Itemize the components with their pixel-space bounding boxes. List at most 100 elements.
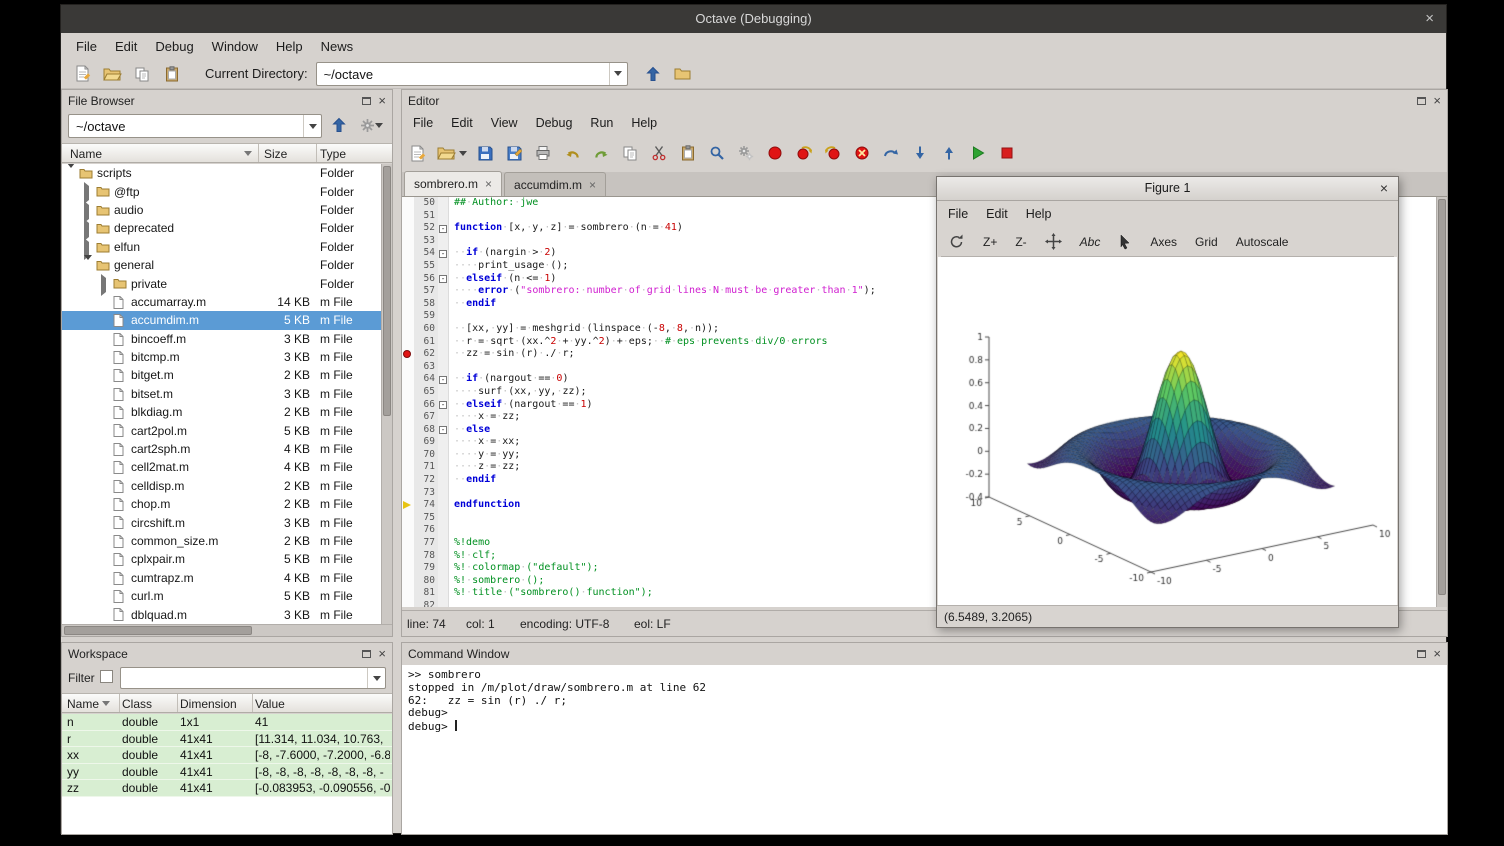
find-icon[interactable]: [706, 142, 728, 164]
undock-icon[interactable]: [362, 97, 371, 105]
insert-text-button[interactable]: Abc: [1073, 232, 1108, 252]
workspace-column-header[interactable]: NameClassDimensionValue: [62, 693, 392, 713]
undo-icon[interactable]: [561, 142, 583, 164]
zoom-out-button[interactable]: Z-: [1008, 232, 1033, 252]
tab-close-icon[interactable]: ×: [485, 177, 492, 191]
file-row[interactable]: privateFolder: [62, 274, 383, 292]
gutter-marker-area[interactable]: [402, 587, 414, 600]
fold-collapse-icon[interactable]: -: [439, 225, 447, 233]
expander-closed-icon[interactable]: [84, 242, 94, 252]
fold-margin[interactable]: [438, 600, 449, 607]
gutter-marker-area[interactable]: [402, 235, 414, 248]
filter-combo[interactable]: [120, 667, 386, 689]
fold-margin[interactable]: [438, 235, 449, 248]
select-icon[interactable]: [1111, 231, 1139, 253]
rotate-icon[interactable]: [941, 230, 972, 253]
pan-icon[interactable]: [1038, 230, 1069, 253]
menu-item-main-news[interactable]: News: [312, 36, 363, 57]
menu-item-editor-help[interactable]: Help: [622, 113, 666, 133]
step-out-icon[interactable]: [938, 142, 960, 164]
gutter-marker-area[interactable]: [402, 512, 414, 525]
fold-margin[interactable]: [438, 575, 449, 588]
zoom-in-button[interactable]: Z+: [976, 232, 1004, 252]
fold-margin[interactable]: [438, 197, 449, 210]
file-row[interactable]: curl.m5 KBm File: [62, 587, 383, 605]
fold-margin[interactable]: -: [438, 222, 449, 235]
save-as-icon[interactable]: [503, 142, 525, 164]
file-row[interactable]: chop.m2 KBm File: [62, 495, 383, 513]
expander-open-icon[interactable]: [84, 260, 94, 270]
menu-item-main-file[interactable]: File: [67, 36, 106, 57]
file-row[interactable]: celldisp.m2 KBm File: [62, 477, 383, 495]
sombrero-surface-plot[interactable]: [938, 257, 1397, 603]
copy-icon[interactable]: [619, 142, 641, 164]
autoscale-button[interactable]: Autoscale: [1229, 232, 1296, 252]
figure-close-button[interactable]: ×: [1380, 180, 1388, 196]
column-header-class[interactable]: Class: [122, 697, 152, 711]
expander-closed-icon[interactable]: [84, 186, 94, 196]
gutter-marker-area[interactable]: [402, 273, 414, 286]
fold-margin[interactable]: [438, 436, 449, 449]
menu-item-editor-view[interactable]: View: [482, 113, 527, 133]
directory-up-icon[interactable]: [328, 114, 350, 136]
expander-closed-icon[interactable]: [84, 223, 94, 233]
column-header-value[interactable]: Value: [255, 697, 285, 711]
fold-margin[interactable]: [438, 336, 449, 349]
fold-collapse-icon[interactable]: -: [439, 376, 447, 384]
gutter-marker-area[interactable]: [402, 524, 414, 537]
gutter-marker-area[interactable]: [402, 600, 414, 607]
menu-item-editor-file[interactable]: File: [404, 113, 442, 133]
gutter-marker-area[interactable]: [402, 260, 414, 273]
gutter-marker-area[interactable]: [402, 310, 414, 323]
workspace-row[interactable]: rdouble41x41[11.314, 11.034, 10.763,: [62, 731, 392, 748]
step-icon[interactable]: [880, 142, 902, 164]
workspace-row[interactable]: ndouble1x141: [62, 714, 392, 731]
gutter-marker-area[interactable]: [402, 436, 414, 449]
fold-margin[interactable]: [438, 461, 449, 474]
current-directory-combo[interactable]: ~/octave: [316, 62, 628, 86]
cut-icon[interactable]: [648, 142, 670, 164]
fold-margin[interactable]: [438, 524, 449, 537]
close-icon[interactable]: ×: [1433, 649, 1441, 659]
gutter-marker-area[interactable]: [402, 298, 414, 311]
fold-margin[interactable]: -: [438, 247, 449, 260]
file-row-selected[interactable]: accumdim.m5 KBm File: [62, 311, 383, 329]
undock-icon[interactable]: [1417, 97, 1426, 105]
menu-item-main-edit[interactable]: Edit: [106, 36, 146, 57]
gutter-marker-area[interactable]: [402, 411, 414, 424]
file-row[interactable]: circshift.m3 KBm File: [62, 513, 383, 531]
window-close-button[interactable]: ×: [1425, 10, 1434, 27]
menu-item-main-debug[interactable]: Debug: [146, 36, 202, 57]
bp-prev-icon[interactable]: [822, 142, 844, 164]
folder-browse-icon[interactable]: [672, 63, 694, 85]
gutter-marker-area[interactable]: [402, 487, 414, 500]
directory-up-icon[interactable]: [328, 114, 350, 136]
file-row[interactable]: accumarray.m14 KBm File: [62, 293, 383, 311]
file-row[interactable]: scriptsFolder: [62, 164, 383, 182]
bp-clear-icon[interactable]: [851, 142, 873, 164]
fold-margin[interactable]: [438, 449, 449, 462]
browser-actions-gear-icon[interactable]: [356, 114, 386, 136]
menu-item-main-help[interactable]: Help: [267, 36, 312, 57]
fold-margin[interactable]: [438, 348, 449, 361]
file-row[interactable]: cart2pol.m5 KBm File: [62, 421, 383, 439]
close-icon[interactable]: ×: [1433, 96, 1441, 106]
file-row[interactable]: deprecatedFolder: [62, 219, 383, 237]
fold-margin[interactable]: [438, 210, 449, 223]
expander-open-icon[interactable]: [67, 168, 77, 178]
fold-margin[interactable]: [438, 550, 449, 563]
file-row[interactable]: blkdiag.m2 KBm File: [62, 403, 383, 421]
column-header-dimension[interactable]: Dimension: [180, 697, 237, 711]
workspace-row[interactable]: zzdouble41x41[-0.083953, -0.090556, -0: [62, 780, 392, 797]
menu-item-figure-file[interactable]: File: [939, 204, 977, 224]
fold-margin[interactable]: [438, 310, 449, 323]
gutter-marker-area[interactable]: [402, 575, 414, 588]
gutter-marker-area[interactable]: [402, 461, 414, 474]
file-row[interactable]: bincoeff.m3 KBm File: [62, 330, 383, 348]
expander-closed-icon[interactable]: [84, 205, 94, 215]
file-row[interactable]: bitget.m2 KBm File: [62, 366, 383, 384]
figure-titlebar[interactable]: Figure 1 ×: [937, 177, 1398, 201]
gutter-marker-area[interactable]: [402, 550, 414, 563]
bp-toggle-icon[interactable]: [764, 142, 786, 164]
current-directory-dropdown-button[interactable]: [609, 63, 627, 85]
